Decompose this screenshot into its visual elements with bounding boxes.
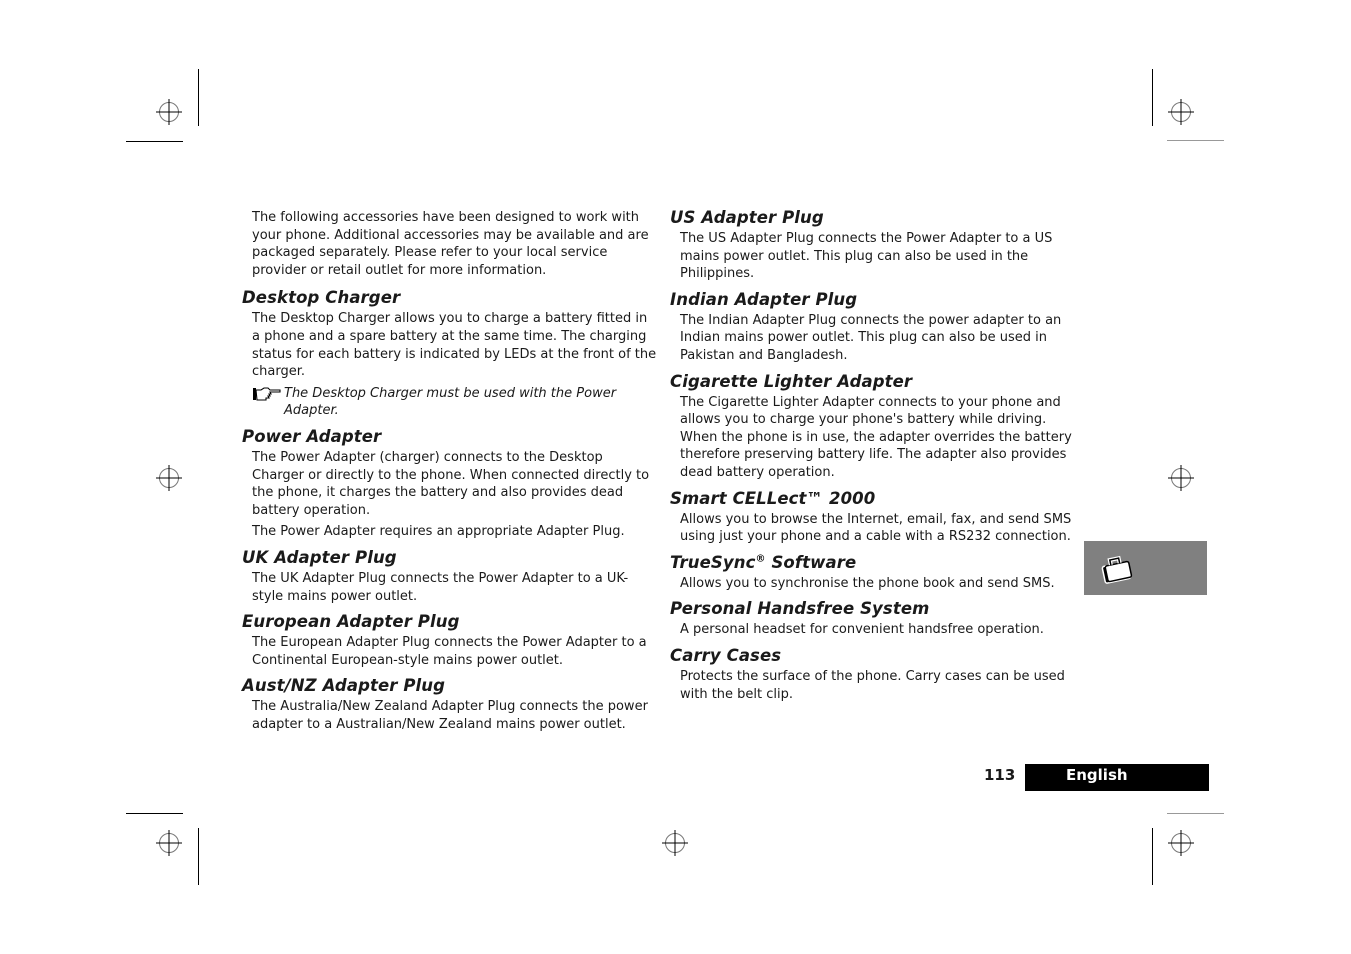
chapter-tab [1084, 541, 1207, 595]
section-title: Carry Cases [670, 645, 782, 665]
section-title: Indian Adapter Plug [670, 289, 858, 309]
section-indian-adapter-plug: Indian Adapter Plug The Indian Adapter P… [670, 290, 1085, 365]
section-power-adapter: Power Adapter The Power Adapter (charger… [242, 427, 657, 541]
section-body: The Power Adapter (charger) connects to … [252, 449, 650, 518]
crop-mark-top-right-vertical [1152, 69, 1153, 126]
section-desktop-charger: Desktop Charger The Desktop Charger allo… [242, 288, 657, 420]
left-column: The following accessories have been desi… [242, 209, 657, 740]
briefcase-icon [1098, 552, 1134, 586]
crop-mark-bottom-right-horizontal [1167, 813, 1224, 814]
section-european-adapter-plug: European Adapter Plug The European Adapt… [242, 612, 657, 669]
section-title: European Adapter Plug [242, 612, 460, 632]
section-body: The Desktop Charger allows you to charge… [252, 311, 657, 380]
section-body: The Indian Adapter Plug connects the pow… [680, 312, 1062, 363]
registration-mark-icon [661, 829, 689, 857]
crop-mark-top-left-horizontal [126, 141, 183, 142]
section-title: Power Adapter [242, 426, 382, 446]
crop-mark-bottom-left-horizontal [126, 813, 183, 814]
section-us-adapter-plug: US Adapter Plug The US Adapter Plug conn… [670, 208, 1085, 283]
pointing-hand-icon [252, 386, 282, 402]
language-label-bar: English [1025, 764, 1209, 791]
section-body: Allows you to browse the Internet, email… [680, 511, 1072, 545]
registration-mark-icon [155, 829, 183, 857]
language-label: English [1066, 766, 1128, 784]
section-smart-cellect: Smart CELLect™ 2000 Allows you to browse… [670, 489, 1085, 546]
section-body: The Australia/New Zealand Adapter Plug c… [252, 699, 648, 732]
section-body: Allows you to synchronise the phone book… [680, 575, 1055, 591]
section-title: US Adapter Plug [670, 208, 824, 227]
section-aust-nz-adapter-plug: Aust/NZ Adapter Plug The Australia/New Z… [242, 676, 657, 733]
section-personal-handsfree-system: Personal Handsfree System A personal hea… [670, 599, 1085, 639]
registration-mark-icon [1167, 829, 1195, 857]
section-truesync-software: TrueSync® Software Allows you to synchro… [670, 553, 1085, 593]
section-title: Cigarette Lighter Adapter [670, 371, 913, 391]
title-text: TrueSync [670, 552, 756, 572]
note-text: The Desktop Charger must be used with th… [284, 385, 617, 419]
section-uk-adapter-plug: UK Adapter Plug The UK Adapter Plug conn… [242, 548, 657, 605]
section-title: Aust/NZ Adapter Plug [242, 676, 446, 696]
section-title: UK Adapter Plug [242, 547, 397, 567]
crop-mark-bottom-left-vertical [198, 828, 199, 885]
section-body: Protects the surface of the phone. Carry… [680, 668, 1065, 702]
section-cigarette-lighter-adapter: Cigarette Lighter Adapter The Cigarette … [670, 372, 1085, 482]
crop-mark-bottom-right-vertical [1152, 828, 1153, 885]
right-column: US Adapter Plug The US Adapter Plug conn… [670, 208, 1085, 710]
section-body: The European Adapter Plug connects the P… [252, 635, 647, 668]
section-title: Smart CELLect™ 2000 [670, 488, 876, 508]
intro-paragraph: The following accessories have been desi… [252, 210, 649, 278]
section-body: The Cigarette Lighter Adapter connects t… [680, 394, 1072, 480]
section-body: A personal headset for convenient handsf… [680, 622, 1044, 638]
section-carry-cases: Carry Cases Protects the surface of the … [670, 646, 1085, 703]
section-body: The US Adapter Plug connects the Power A… [680, 231, 1053, 282]
title-suffix: Software [765, 552, 857, 572]
section-title: Personal Handsfree System [670, 599, 930, 619]
registration-mark-icon [155, 464, 183, 492]
page-number: 113 [984, 766, 1016, 784]
section-title: TrueSync® Software [670, 553, 1085, 573]
registration-mark-icon [1167, 98, 1195, 126]
crop-mark-top-left-vertical [198, 69, 199, 126]
section-body: The UK Adapter Plug connects the Power A… [252, 570, 629, 604]
registration-mark-icon [1167, 464, 1195, 492]
registered-mark: ® [755, 553, 766, 565]
section-body: The Power Adapter requires an appropriat… [252, 524, 625, 540]
crop-mark-top-right-horizontal [1167, 140, 1224, 141]
section-title: Desktop Charger [242, 288, 401, 308]
registration-mark-icon [155, 98, 183, 126]
note: The Desktop Charger must be used with th… [242, 385, 657, 420]
